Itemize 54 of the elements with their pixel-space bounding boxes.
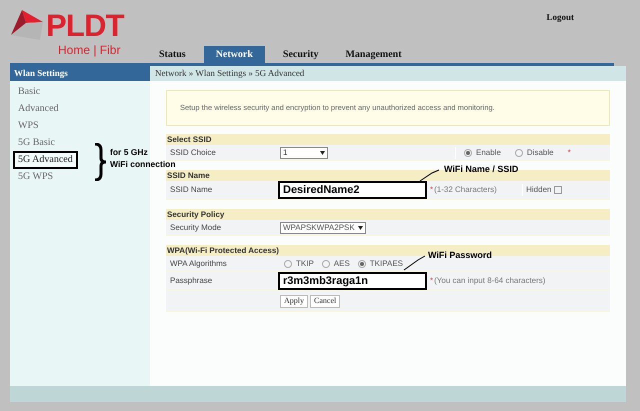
field-label: Passphrase <box>169 275 214 287</box>
caret-icon <box>320 150 325 154</box>
annotation-text: WiFi Password <box>428 249 492 262</box>
required-mark: * <box>568 146 571 158</box>
sidebar-item[interactable]: 5G Advanced <box>13 150 78 168</box>
leader-line <box>418 169 440 182</box>
field-label: WPA Algorithms <box>169 258 228 270</box>
radio-button[interactable] <box>358 260 366 268</box>
logo-emblem-icon <box>10 9 44 41</box>
sidebar-item[interactable]: 5G WPS <box>18 172 54 182</box>
radio-label: Enable <box>476 146 501 158</box>
annotation-text: WiFi connection <box>110 159 176 169</box>
apply-button[interactable]: Apply <box>280 294 308 308</box>
section-header: Select SSID <box>166 134 610 145</box>
field-label: Security Mode <box>169 222 222 234</box>
leader-line <box>402 255 426 271</box>
radio-label: Disable <box>526 146 554 158</box>
sidebar-item[interactable]: Basic <box>18 86 40 96</box>
radio-label: AES <box>334 258 350 270</box>
checkbox[interactable] <box>554 186 562 194</box>
radio-label: TKIP <box>296 258 314 270</box>
radio-button[interactable] <box>464 148 472 156</box>
breadcrumb: Network » Wlan Settings » 5G Advanced <box>150 66 626 81</box>
hint-text: (You can input 8-64 characters) <box>434 275 546 287</box>
text-input[interactable]: DesiredName2 <box>278 181 427 199</box>
text-input[interactable]: r3m3mb3raga1n <box>278 272 427 290</box>
radio-label: TKIPAES <box>370 258 403 270</box>
logout-link[interactable]: Logout <box>546 11 574 24</box>
annotation-text: for 5 GHz <box>110 147 148 157</box>
field-label: SSID Choice <box>169 146 217 158</box>
field-label: SSID Name <box>169 184 214 196</box>
nav-tab[interactable]: Management <box>336 46 411 63</box>
ssid-select[interactable]: 1 <box>280 146 328 158</box>
nav-tab[interactable]: Security <box>274 46 328 63</box>
radio-button[interactable] <box>514 148 523 156</box>
hint-text: (1-32 Characters) <box>434 184 498 196</box>
nav-tab[interactable]: Network <box>204 46 265 63</box>
sidebar-item[interactable]: Advanced <box>18 104 59 114</box>
brand-name: PLDT <box>46 10 124 40</box>
nav-tab[interactable]: Status <box>150 46 195 63</box>
brace-icon <box>93 143 107 181</box>
required-mark: * <box>430 275 434 287</box>
section-header: Security Policy <box>166 209 610 220</box>
checkbox-label: Hidden <box>526 184 552 196</box>
sidebar-item[interactable]: 5G Basic <box>18 138 55 148</box>
security-mode-select[interactable]: WPAPSKWPA2PSK <box>280 222 366 234</box>
required-mark: * <box>430 184 434 196</box>
sidebar-title: Wlan Settings <box>10 66 150 81</box>
caret-icon <box>358 226 363 230</box>
sidebar-item[interactable]: WPS <box>18 120 39 130</box>
cancel-button[interactable]: Cancel <box>310 294 340 308</box>
radio-button[interactable] <box>284 260 292 268</box>
radio-button[interactable] <box>322 260 330 268</box>
brand-tagline: Home | Fibr <box>58 44 120 56</box>
